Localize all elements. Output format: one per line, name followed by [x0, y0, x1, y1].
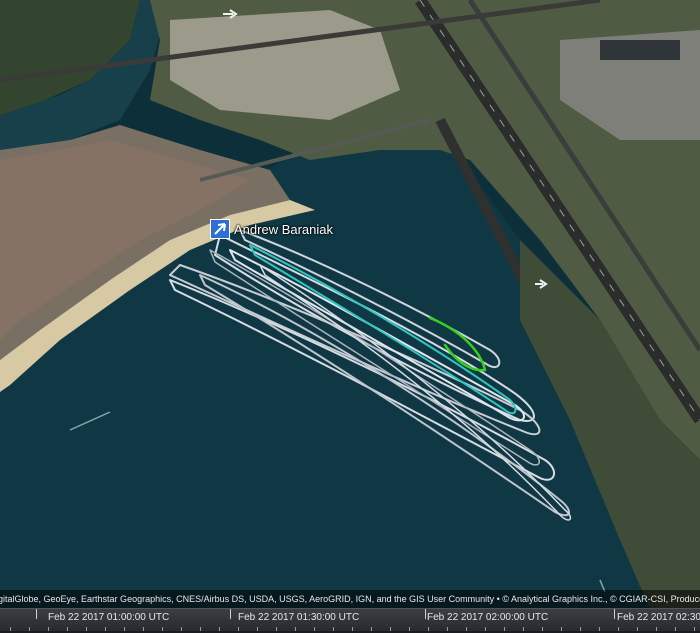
timeline[interactable]: Feb 22 2017 01:00:00 UTC Feb 22 2017 01:… — [0, 608, 700, 633]
timeline-label: Feb 22 2017 01:30:00 UTC — [238, 612, 360, 623]
satellite-map[interactable] — [0, 0, 700, 632]
map-viewer[interactable]: Andrew Baraniak — [0, 0, 700, 632]
attribution-text: igitalGlobe, GeoEye, Earthstar Geographi… — [0, 594, 700, 604]
timeline-label: Feb 22 2017 02:00:00 UTC — [427, 612, 549, 623]
attribution-bar: igitalGlobe, GeoEye, Earthstar Geographi… — [0, 590, 700, 608]
timeline-major-tick — [425, 609, 426, 619]
parking-lot — [600, 40, 680, 60]
timeline-major-tick — [230, 609, 231, 619]
user-location-icon[interactable] — [210, 219, 230, 239]
timeline-major-tick — [614, 609, 615, 619]
timeline-label: Feb 22 2017 02:30:0 — [617, 612, 700, 623]
timeline-label: Feb 22 2017 01:00:00 UTC — [48, 612, 170, 623]
tracker-marker[interactable]: Andrew Baraniak — [210, 219, 333, 239]
timeline-major-tick — [36, 609, 37, 619]
tracker-name-label: Andrew Baraniak — [234, 221, 333, 237]
